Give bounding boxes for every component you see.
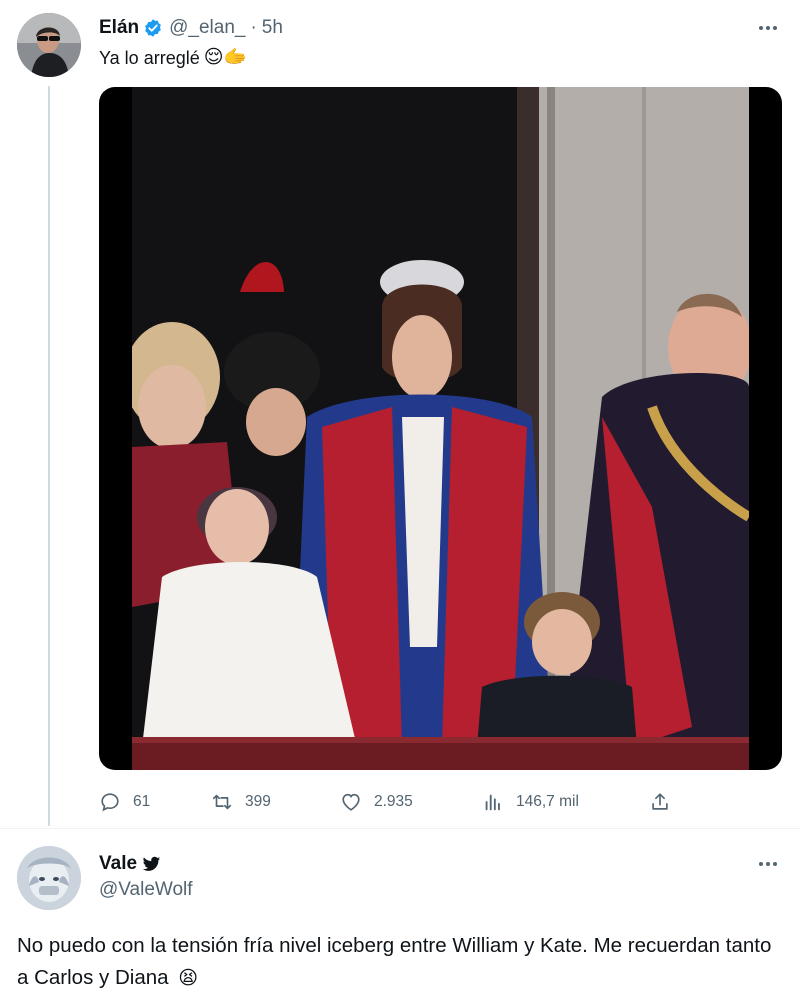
author-name[interactable]: Elán: [99, 17, 139, 39]
reply-avatar[interactable]: [17, 846, 81, 910]
reply-emoji: 😫: [178, 968, 199, 989]
views-button[interactable]: 146,7 mil: [482, 787, 579, 817]
bird-icon: [142, 856, 161, 873]
avatar[interactable]: [17, 13, 81, 77]
retweet-button[interactable]: 399: [211, 787, 271, 817]
tweet-text: Ya lo arreglé 😌🫱: [99, 46, 247, 70]
verified-badge-icon: [143, 18, 163, 38]
tweet-media-photo[interactable]: [99, 87, 782, 770]
emoji: 😌🫱: [203, 47, 248, 68]
tweet-text-body: Ya lo arreglé: [99, 48, 200, 68]
more-options-icon[interactable]: [756, 16, 780, 40]
tweet[interactable]: Elán @_elan_ · 5h Ya lo arreglé 😌🫱 61 39…: [0, 0, 800, 828]
reply-author-name[interactable]: Vale: [99, 853, 137, 875]
retweet-icon: [212, 794, 232, 810]
divider: [0, 828, 800, 829]
timestamp[interactable]: 5h: [262, 17, 283, 39]
reply-button[interactable]: 61: [99, 787, 150, 817]
separator: ·: [250, 17, 257, 38]
views-count: 146,7 mil: [516, 793, 579, 810]
share-icon: [652, 793, 668, 810]
tweet-actions: 61 399 2.935 146,7 mil: [99, 787, 679, 817]
author-handle[interactable]: @_elan_: [169, 17, 245, 39]
reply-text: No puedo con la tensión fría nivel icebe…: [17, 930, 787, 995]
like-count: 2.935: [374, 793, 413, 810]
reply-text-body: No puedo con la tensión fría nivel icebe…: [17, 934, 772, 989]
like-button[interactable]: 2.935: [340, 787, 413, 817]
analytics-icon: [485, 794, 500, 811]
share-button[interactable]: [649, 787, 683, 817]
retweet-count: 399: [245, 793, 271, 810]
reply-count: 61: [133, 793, 151, 810]
photo-image: [132, 87, 749, 770]
reply-header: Vale: [99, 852, 161, 876]
heart-icon: [342, 793, 360, 811]
reply-author-handle[interactable]: @ValeWolf: [99, 879, 193, 901]
tweet-header: Elán @_elan_ · 5h: [99, 16, 283, 40]
thread-line: [48, 86, 50, 826]
reply-icon: [101, 793, 119, 812]
reply-more-options-icon[interactable]: [756, 852, 780, 876]
